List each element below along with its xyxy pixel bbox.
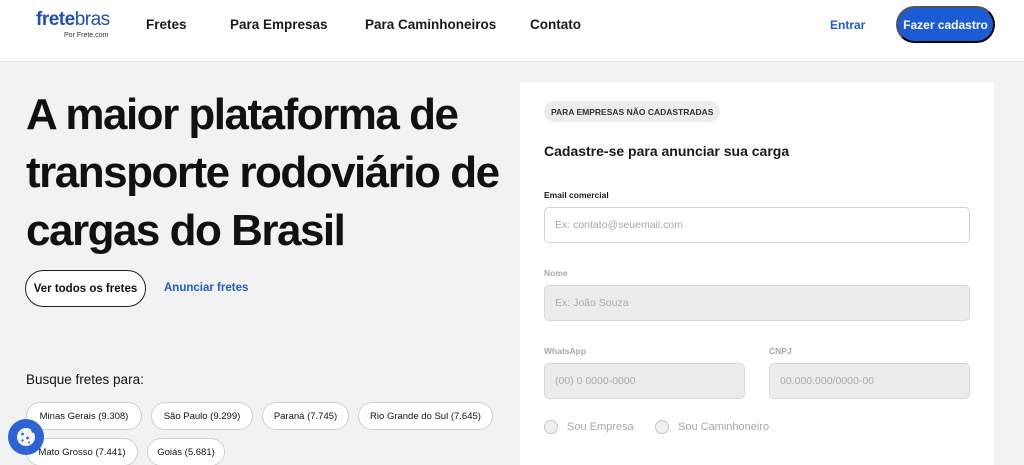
radio-driver-label: Sou Caminhoneiro <box>678 421 770 433</box>
radio-company-label: Sou Empresa <box>567 421 634 433</box>
signup-button[interactable]: Fazer cadastro <box>896 6 995 43</box>
nav-fretes[interactable]: Fretes <box>146 17 187 32</box>
state-chip-rio-grande-do-sul[interactable]: Rio Grande do Sul (7.645) <box>358 402 493 430</box>
cnpj-field[interactable]: 00.000.000/0000-00 <box>769 363 970 399</box>
fretebras-logo[interactable]: fretebras Por Frete.com <box>36 9 110 40</box>
name-field[interactable]: Ex: João Souza <box>544 285 970 321</box>
view-all-freights-button[interactable]: Ver todos os fretes <box>25 270 146 307</box>
whatsapp-label: WhatsApp <box>544 346 587 356</box>
name-label: Nome <box>544 268 568 278</box>
state-chip-sao-paulo[interactable]: São Paulo (9.299) <box>151 402 253 430</box>
nav-para-empresas[interactable]: Para Empresas <box>230 17 328 32</box>
announce-freights-link[interactable]: Anunciar fretes <box>164 282 248 294</box>
radio-driver[interactable]: Sou Caminhoneiro <box>655 420 769 434</box>
email-field[interactable]: Ex: contato@seuemail.com <box>544 207 970 243</box>
logo-wordmark: fretebras <box>36 9 110 30</box>
whatsapp-field[interactable]: (00) 0 0000-0000 <box>544 363 745 399</box>
login-link[interactable]: Entrar <box>830 18 865 32</box>
cookie-icon <box>17 427 37 446</box>
email-label: Email comercial <box>544 190 609 200</box>
signup-form-card: PARA EMPRESAS NÃO CADASTRADAS Cadastre-s… <box>520 82 994 465</box>
radio-company[interactable]: Sou Empresa <box>544 420 634 434</box>
radio-company-circle[interactable] <box>544 420 558 434</box>
search-freights-label: Busque fretes para: <box>26 372 144 387</box>
unregistered-companies-tag: PARA EMPRESAS NÃO CADASTRADAS <box>544 101 721 122</box>
cookie-settings-button[interactable] <box>8 419 44 455</box>
state-chip-minas-gerais[interactable]: Minas Gerais (9.308) <box>26 402 142 430</box>
site-header: fretebras Por Frete.com Fretes Para Empr… <box>0 0 1024 62</box>
cnpj-label: CNPJ <box>769 346 792 356</box>
state-chip-parana[interactable]: Paraná (7.745) <box>262 402 349 430</box>
state-chip-goias[interactable]: Goiás (5.681) <box>147 438 225 465</box>
radio-driver-circle[interactable] <box>655 420 669 434</box>
nav-contato[interactable]: Contato <box>530 17 581 32</box>
hero-title: A maior plataforma de transporte rodoviá… <box>26 90 500 255</box>
logo-subtitle: Por Frete.com <box>64 32 109 39</box>
nav-para-caminhoneiros[interactable]: Para Caminhoneiros <box>365 17 496 32</box>
form-title: Cadastre-se para anunciar sua carga <box>544 143 790 159</box>
